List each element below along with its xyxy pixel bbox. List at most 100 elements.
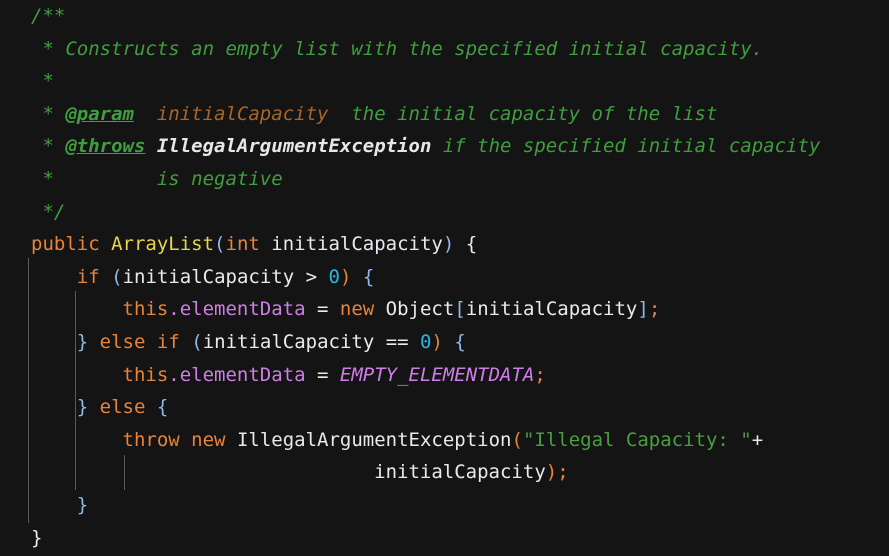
code-line[interactable]: * @throws IllegalArgumentException if th… xyxy=(0,130,889,163)
code-line[interactable]: initialCapacity); xyxy=(0,456,889,489)
code-line[interactable]: */ xyxy=(0,196,889,229)
code-line[interactable]: } else if (initialCapacity == 0) { xyxy=(0,326,889,359)
code-token: if the specified initial capacity xyxy=(431,135,821,158)
code-token: ( xyxy=(511,428,523,451)
code-token: this xyxy=(122,363,169,386)
code-token: + xyxy=(751,428,764,451)
code-line[interactable]: throw new IllegalArgumentException("Ille… xyxy=(0,424,889,457)
code-token: = xyxy=(305,298,340,321)
code-token: . xyxy=(168,363,180,386)
code-line[interactable]: * is negative xyxy=(0,163,889,196)
code-token: [ xyxy=(454,298,466,321)
code-line[interactable]: * @param initialCapacity the initial cap… xyxy=(0,98,889,131)
code-token: if xyxy=(156,330,180,353)
code-token: > xyxy=(294,265,329,288)
code-token: initialCapacity xyxy=(465,298,638,321)
code-editor[interactable]: /** * Constructs an empty list with the … xyxy=(0,0,889,556)
code-token: == xyxy=(374,330,421,353)
code-token: IllegalArgumentException xyxy=(225,428,512,451)
code-line[interactable]: * Constructs an empty list with the spec… xyxy=(0,33,889,66)
code-token: ; xyxy=(648,298,661,321)
code-line[interactable]: } xyxy=(0,522,889,555)
code-line[interactable]: this.elementData = new Object[initialCap… xyxy=(0,293,889,326)
code-token: { xyxy=(465,233,478,256)
code-token: throw xyxy=(122,428,180,451)
code-token: ) xyxy=(442,233,455,256)
code-token: ) xyxy=(339,265,352,288)
code-token: Object xyxy=(374,298,455,321)
code-token: @throws xyxy=(65,135,146,158)
code-token: { xyxy=(156,396,169,419)
code-token: IllegalArgumentException xyxy=(156,135,432,158)
code-token: 0 xyxy=(328,265,340,288)
code-token: . xyxy=(168,298,180,321)
code-token: public xyxy=(31,233,100,256)
code-token: */ xyxy=(31,200,66,223)
code-token: { xyxy=(362,265,375,288)
code-token: new xyxy=(339,298,375,321)
code-token: } xyxy=(76,493,89,516)
code-line[interactable]: if (initialCapacity > 0) { xyxy=(0,261,889,294)
code-token: } xyxy=(76,396,89,419)
code-token: initialCapacity xyxy=(156,102,329,125)
code-token: if xyxy=(76,265,100,288)
code-token: /** xyxy=(31,5,66,27)
code-token: int xyxy=(225,233,260,256)
code-token: ; xyxy=(534,363,546,386)
code-token: this xyxy=(122,298,169,321)
code-token: elementData xyxy=(179,363,306,386)
code-token: initialCapacity xyxy=(202,330,375,353)
code-line[interactable]: } xyxy=(0,489,889,522)
code-line[interactable]: } else { xyxy=(0,391,889,424)
code-token: ) xyxy=(431,330,443,353)
code-token: initialCapacity xyxy=(259,233,443,256)
code-token: * Constructs an empty list with the spec… xyxy=(31,37,764,60)
code-token: EMPTY_ELEMENTDATA xyxy=(339,363,535,386)
code-token: ArrayList xyxy=(111,233,215,256)
code-line[interactable]: * xyxy=(0,65,889,98)
code-token: ] xyxy=(637,298,649,321)
code-token: "Illegal Capacity: " xyxy=(522,428,752,451)
code-token: initialCapacity xyxy=(31,461,546,484)
code-line[interactable]: this.elementData = EMPTY_ELEMENTDATA; xyxy=(0,359,889,392)
code-token: ( xyxy=(214,233,226,256)
code-token: ( xyxy=(111,265,123,288)
code-token: the initial capacity of the list xyxy=(328,102,718,125)
code-token: elementData xyxy=(179,298,306,321)
code-token: * is negative xyxy=(31,167,283,190)
code-token: ( xyxy=(191,330,203,353)
code-token: * xyxy=(31,70,54,93)
code-token: ) xyxy=(545,461,558,484)
code-line[interactable]: public ArrayList(int initialCapacity) { xyxy=(0,228,889,261)
code-token: } xyxy=(31,526,43,549)
code-token: @param xyxy=(65,102,134,125)
code-token: } xyxy=(76,330,89,353)
code-token: { xyxy=(454,330,466,353)
code-line[interactable]: /** xyxy=(0,0,889,33)
code-token: = xyxy=(305,363,340,386)
code-token: 0 xyxy=(420,330,432,353)
code-token: * xyxy=(31,102,66,125)
code-token: ; xyxy=(557,461,569,484)
code-token: initialCapacity xyxy=(122,265,295,288)
code-content[interactable]: /** * Constructs an empty list with the … xyxy=(0,0,889,556)
code-token: * xyxy=(31,135,66,158)
